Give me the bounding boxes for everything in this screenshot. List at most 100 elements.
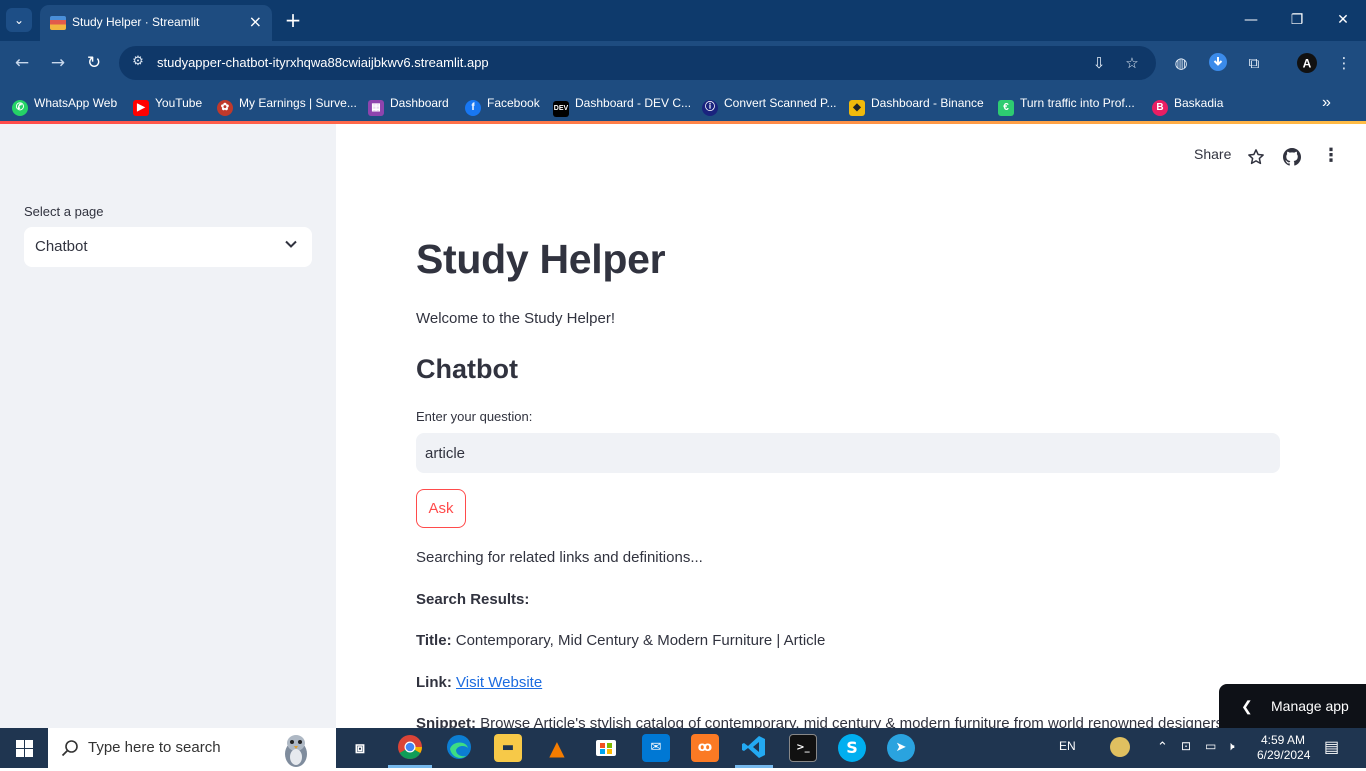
translate-icon[interactable]: ◍	[1170, 52, 1192, 74]
star-icon[interactable]	[1247, 148, 1265, 166]
bookmark-label: Facebook	[487, 96, 540, 110]
file-explorer-icon[interactable]: ▬	[494, 734, 522, 762]
more-menu-icon[interactable]: ⋮	[1322, 146, 1340, 166]
back-button[interactable]: ←	[10, 51, 34, 75]
xampp-icon[interactable]: ꝏ	[691, 734, 719, 762]
svg-text:A: A	[1303, 57, 1312, 71]
new-tab-button[interactable]: +	[283, 6, 303, 34]
vlc-icon[interactable]: ▲	[543, 734, 571, 762]
chevron-down-icon	[285, 240, 297, 248]
bookmark-label: Turn traffic into Prof...	[1020, 96, 1135, 110]
microsoft-store-icon[interactable]	[592, 734, 620, 762]
tab-close-icon[interactable]: ×	[249, 12, 262, 31]
section-title: Chatbot	[416, 354, 518, 384]
baskadia-icon: B	[1152, 100, 1168, 116]
language-indicator[interactable]: EN	[1059, 739, 1076, 753]
page-title: Study Helper	[416, 236, 666, 282]
bookmark-label: YouTube	[155, 96, 203, 110]
dashboard-icon: ▦	[368, 100, 384, 116]
convert-icon: ⓘ	[702, 100, 718, 116]
windows-taskbar: Type here to search ⧈ ▬ ▲ ✉ ꝏ >_ S ➤ EN …	[0, 728, 1366, 768]
bookmark-label: Convert Scanned P...	[724, 96, 837, 110]
bookmark-dev[interactable]: DEV Dashboard - DEV C...	[553, 93, 692, 117]
bookmark-label: Baskadia	[1174, 96, 1224, 110]
battery-icon[interactable]: ▭	[1205, 739, 1216, 753]
tab-title: Study Helper · Streamlit	[72, 15, 200, 29]
terminal-icon[interactable]: >_	[789, 734, 817, 762]
page-select[interactable]: Chatbot	[24, 227, 312, 267]
bookmark-earnings[interactable]: ✿ My Earnings | Surve...	[217, 93, 357, 116]
sidebar: Select a page Chatbot	[0, 124, 336, 728]
result-snippet: Browse Article's stylish catalog of cont…	[480, 715, 1224, 728]
github-icon[interactable]	[1283, 148, 1301, 166]
browser-tab-strip: ⌄ Study Helper · Streamlit × + — ❐ ✕	[0, 0, 1366, 41]
visit-website-link[interactable]: Visit Website	[456, 674, 542, 691]
minimize-button[interactable]: —	[1236, 8, 1266, 32]
bookmark-dashboard[interactable]: ▦ Dashboard	[368, 93, 449, 116]
result-snippet-line: Snippet: Browse Article's stylish catalo…	[416, 715, 1223, 728]
question-label: Enter your question:	[416, 409, 533, 424]
taskbar-search-box[interactable]: Type here to search	[48, 728, 336, 768]
manage-app-button[interactable]: ❮ Manage app	[1219, 684, 1366, 728]
bookmark-convert[interactable]: ⓘ Convert Scanned P...	[702, 93, 837, 116]
bookmark-label: Dashboard - DEV C...	[575, 96, 692, 110]
chrome-menu-icon[interactable]: ⋮	[1333, 52, 1355, 74]
welcome-text: Welcome to the Study Helper!	[416, 310, 615, 327]
tray-overflow-icon[interactable]: ⌃	[1157, 739, 1168, 755]
forward-button[interactable]: →	[46, 51, 70, 75]
bookmarks-overflow-icon[interactable]: »	[1322, 93, 1331, 113]
taskbar-search-placeholder: Type here to search	[88, 739, 221, 756]
notifications-icon[interactable]: ▤	[1324, 737, 1339, 757]
clock[interactable]: 4:59 AM 6/29/2024	[1257, 733, 1310, 763]
bookmark-youtube[interactable]: ▶ YouTube	[133, 93, 203, 116]
facebook-icon: f	[465, 100, 481, 116]
download-icon[interactable]	[1207, 52, 1229, 74]
bookmark-traffic[interactable]: € Turn traffic into Prof...	[998, 93, 1135, 116]
reload-button[interactable]: ↻	[82, 51, 106, 75]
binance-icon: ◆	[849, 100, 865, 116]
bookmark-baskadia[interactable]: B Baskadia	[1152, 93, 1224, 116]
vscode-icon[interactable]	[740, 734, 768, 762]
bird-mascot-icon	[285, 735, 307, 767]
weather-icon[interactable]	[1110, 737, 1130, 757]
windows-start-icon[interactable]	[16, 740, 33, 757]
ask-button[interactable]: Ask	[416, 489, 466, 528]
share-button[interactable]: Share	[1194, 146, 1231, 162]
site-info-icon[interactable]: ⚙	[129, 54, 147, 72]
restore-button[interactable]: ❐	[1282, 8, 1312, 32]
select-page-label: Select a page	[24, 204, 104, 219]
chrome-taskbar-icon[interactable]	[396, 734, 424, 762]
question-input[interactable]	[416, 433, 1280, 473]
bookmark-label: WhatsApp Web	[34, 96, 118, 110]
bookmark-binance[interactable]: ◆ Dashboard - Binance	[849, 93, 984, 116]
task-view-icon[interactable]: ⧈	[346, 734, 374, 762]
chevron-left-icon: ❮	[1241, 698, 1253, 714]
result-link-line: Link: Visit Website	[416, 674, 542, 691]
address-url[interactable]: studyapper-chatbot-ityrxhqwa88cwiaijbkwv…	[157, 55, 489, 70]
address-bar[interactable]: ⚙ studyapper-chatbot-ityrxhqwa88cwiaijbk…	[119, 46, 1156, 80]
telegram-icon[interactable]: ➤	[887, 734, 915, 762]
result-title-label: Title:	[416, 632, 452, 649]
volume-muted-icon[interactable]: 🕨	[1227, 739, 1235, 754]
browser-toolbar: ← → ↻ ⚙ studyapper-chatbot-ityrxhqwa88cw…	[0, 41, 1366, 85]
extensions-icon[interactable]: ⧉	[1243, 52, 1265, 74]
install-app-icon[interactable]: ⇩	[1089, 53, 1109, 73]
youtube-icon: ▶	[133, 100, 149, 116]
main-content: Share ⋮ Study Helper Welcome to the Stud…	[336, 124, 1366, 728]
skype-icon[interactable]: S	[838, 734, 866, 762]
traffic-icon: €	[998, 100, 1014, 116]
profile-avatar[interactable]: A	[1296, 52, 1318, 74]
bookmark-facebook[interactable]: f Facebook	[465, 93, 540, 116]
bookmark-label: My Earnings | Surve...	[239, 96, 357, 110]
page-select-value: Chatbot	[35, 238, 88, 255]
browser-tab-active[interactable]: Study Helper · Streamlit ×	[40, 5, 272, 41]
close-window-button[interactable]: ✕	[1328, 8, 1358, 32]
network-icon[interactable]: ⊡	[1181, 739, 1191, 753]
tab-search-button[interactable]: ⌄	[6, 8, 32, 32]
bookmark-star-icon[interactable]: ☆	[1122, 53, 1142, 73]
mail-icon[interactable]: ✉	[642, 734, 670, 762]
clock-time: 4:59 AM	[1260, 733, 1306, 747]
result-snippet-label: Snippet:	[416, 715, 476, 728]
edge-taskbar-icon[interactable]	[445, 734, 473, 762]
bookmark-whatsapp[interactable]: ✆ WhatsApp Web	[12, 93, 118, 116]
